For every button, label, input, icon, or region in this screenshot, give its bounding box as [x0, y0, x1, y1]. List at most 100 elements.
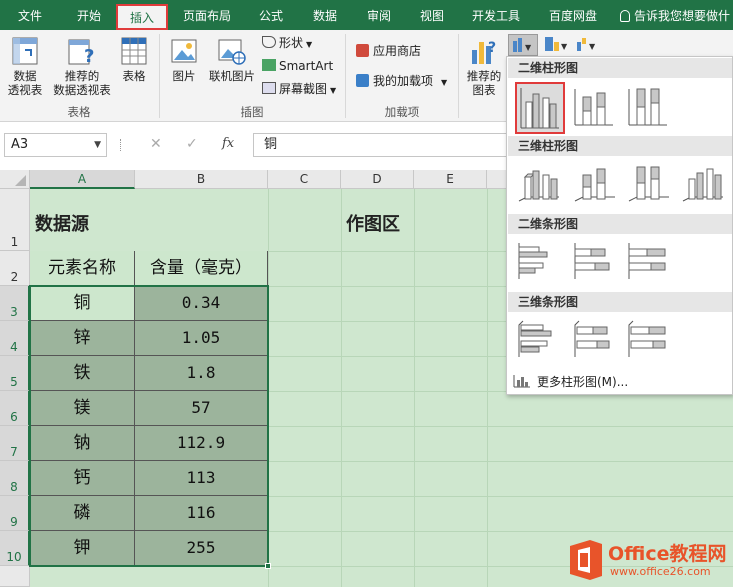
row-header-9[interactable]: 9	[0, 496, 30, 531]
row-header-8[interactable]: 8	[0, 461, 30, 496]
cell-a1-title[interactable]: 数据源	[35, 210, 89, 236]
store-bag-icon	[356, 44, 369, 57]
table-cell-element[interactable]: 铜	[30, 286, 135, 321]
svg-text:▼: ▼	[561, 42, 568, 51]
table-cell-content[interactable]: 1.05	[135, 321, 268, 356]
picture-button[interactable]: 图片	[166, 36, 202, 83]
tab-formulas[interactable]: 公式	[250, 5, 292, 27]
picture-icon	[170, 36, 198, 66]
table-cell-element[interactable]: 铁	[30, 356, 135, 391]
table-cell-element[interactable]: 锌	[30, 321, 135, 356]
more-column-charts-link[interactable]: 更多柱形图(M)...	[513, 371, 628, 393]
table-icon	[120, 36, 148, 66]
3d-clustered-column-icon	[518, 170, 559, 202]
function-icon[interactable]: fx	[222, 136, 234, 151]
pivot-table-button[interactable]: 数据 透视表	[4, 36, 46, 97]
100-stacked-column-chart-option[interactable]	[625, 85, 671, 129]
row-header-11[interactable]	[0, 566, 30, 587]
shapes-button[interactable]: 形状 ▼	[262, 35, 312, 53]
tab-insert[interactable]: 插入	[116, 4, 168, 30]
tell-me-box[interactable]: 告诉我您想要做什	[620, 5, 733, 27]
my-addins-button[interactable]: 我的加载项 ▼	[356, 73, 447, 91]
table-header-cell[interactable]: 含量（毫克）	[135, 251, 268, 286]
cell-d1-title[interactable]: 作图区	[346, 210, 400, 236]
row-header-3[interactable]: 3	[0, 286, 30, 321]
table-cell-content[interactable]: 57	[135, 391, 268, 426]
recommended-charts-button[interactable]: ? 推荐的 图表	[462, 36, 506, 97]
column-header-b[interactable]: B	[135, 170, 268, 189]
stacked-bar-chart-option[interactable]	[571, 239, 617, 283]
table-cell-content[interactable]: 116	[135, 496, 268, 531]
chevron-down-icon[interactable]: ▼	[94, 134, 101, 156]
tab-data[interactable]: 数据	[304, 5, 346, 27]
recommended-charts-icon: ?	[469, 36, 499, 66]
recommended-pivot-button[interactable]: ? 推荐的 数据透视表	[49, 36, 115, 97]
table-cell-element[interactable]: 镁	[30, 391, 135, 426]
3d-100-stacked-bar-option[interactable]	[625, 317, 671, 361]
clustered-column-chart-option[interactable]	[515, 82, 565, 134]
row-header-7[interactable]: 7	[0, 426, 30, 461]
smartart-button[interactable]: SmartArt	[262, 58, 333, 74]
app-store-button[interactable]: 应用商店	[356, 43, 421, 59]
100-stacked-bar-chart-option[interactable]	[625, 239, 671, 283]
bar-chart-icon	[513, 375, 530, 388]
column-chart-dropdown-button[interactable]: ▼	[508, 34, 538, 56]
3d-100-stacked-column-option[interactable]	[625, 161, 671, 205]
3d-stacked-bar-icon	[574, 320, 610, 357]
group-tables-label: 表格	[67, 105, 91, 119]
table-button[interactable]: 表格	[116, 36, 152, 83]
table-cell-element[interactable]: 磷	[30, 496, 135, 531]
3d-stacked-bar-option[interactable]	[571, 317, 617, 361]
stacked-column-icon	[574, 89, 613, 126]
resize-handle[interactable]	[120, 139, 123, 151]
table-cell-content[interactable]: 112.9	[135, 426, 268, 461]
column-header-e[interactable]: E	[414, 170, 487, 189]
table-header-cell[interactable]: 元素名称	[30, 251, 135, 286]
3d-clustered-bar-option[interactable]	[515, 317, 561, 361]
row-header-2[interactable]: 2	[0, 251, 30, 286]
table-cell-element[interactable]: 钾	[30, 531, 135, 566]
fill-handle[interactable]	[265, 563, 271, 569]
name-box[interactable]: A3 ▼	[4, 133, 107, 157]
tab-page-layout[interactable]: 页面布局	[176, 5, 238, 27]
svg-text:▼: ▼	[589, 42, 596, 51]
column-header-d[interactable]: D	[341, 170, 414, 189]
hierarchy-chart-icon: ▼	[545, 37, 568, 51]
tab-developer[interactable]: 开发工具	[465, 5, 527, 27]
section-2d-column: 二维柱形图	[508, 58, 732, 78]
cancel-icon[interactable]: ✕	[150, 136, 162, 152]
table-cell-element[interactable]: 钠	[30, 426, 135, 461]
table-cell-content[interactable]: 0.34	[135, 286, 268, 321]
online-picture-button[interactable]: 联机图片	[204, 36, 260, 83]
waterfall-chart-button[interactable]: ▼	[574, 34, 604, 56]
tab-review[interactable]: 审阅	[358, 5, 400, 27]
stacked-column-chart-option[interactable]	[571, 85, 617, 129]
column-header-c[interactable]: C	[268, 170, 341, 189]
clustered-column-icon	[520, 88, 559, 129]
row-header-10[interactable]: 10	[0, 531, 30, 566]
tab-home[interactable]: 开始	[66, 5, 112, 27]
addins-icon	[356, 74, 369, 87]
table-cell-content[interactable]: 1.8	[135, 356, 268, 391]
screenshot-button[interactable]: 屏幕截图 ▼	[262, 81, 336, 99]
3d-stacked-column-option[interactable]	[571, 161, 617, 205]
table-cell-element[interactable]: 钙	[30, 461, 135, 496]
column-header-a[interactable]: A	[30, 170, 135, 189]
screenshot-icon	[262, 82, 276, 94]
row-header-1[interactable]: 1	[0, 189, 30, 251]
hierarchy-chart-button[interactable]: ▼	[542, 34, 572, 56]
3d-clustered-column-option[interactable]	[515, 161, 561, 205]
row-header-4[interactable]: 4	[0, 321, 30, 356]
confirm-icon[interactable]: ✓	[186, 136, 198, 152]
tab-view[interactable]: 视图	[411, 5, 453, 27]
row-header-6[interactable]: 6	[0, 391, 30, 426]
table-cell-content[interactable]: 113	[135, 461, 268, 496]
clustered-bar-chart-option[interactable]	[515, 239, 561, 283]
tab-baidu-netdisk[interactable]: 百度网盘	[540, 5, 606, 27]
3d-column-option[interactable]	[679, 161, 725, 205]
gridline	[268, 426, 733, 427]
tab-file[interactable]: 文件	[12, 5, 48, 27]
row-header-5[interactable]: 5	[0, 356, 30, 391]
select-all-corner[interactable]	[0, 170, 30, 189]
table-cell-content[interactable]: 255	[135, 531, 268, 566]
